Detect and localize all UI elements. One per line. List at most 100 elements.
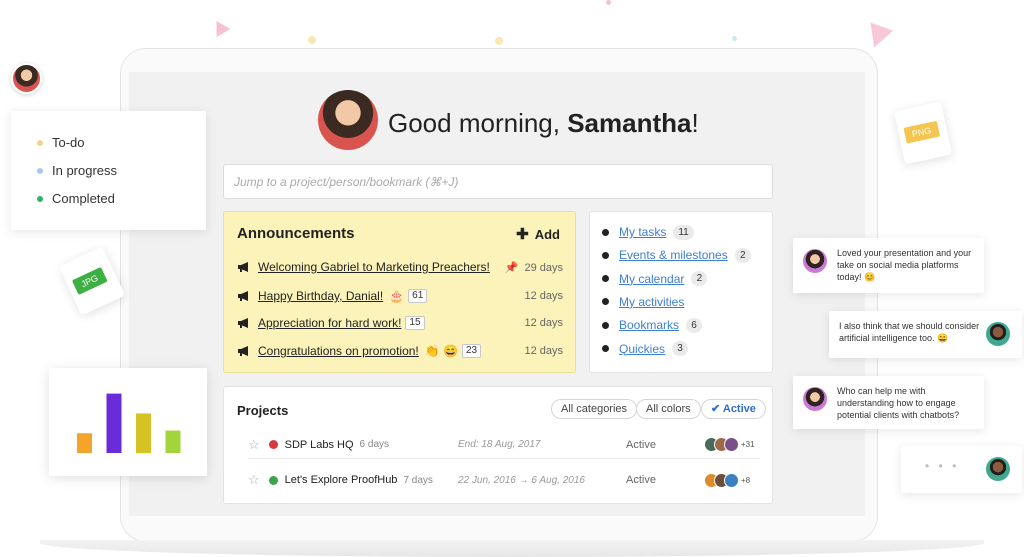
legend-item: In progress [37,163,117,178]
announcement-row: Congratulations on promotion! 👏 😄 23 12 day… [237,341,563,361]
user-avatar[interactable] [318,90,378,150]
count-badge: 6 [686,317,703,333]
jpg-file-icon: JPG [58,246,126,316]
member-avatar [724,472,739,488]
active-filter-label: Active [722,403,756,415]
quick-link[interactable]: Bookmarks [619,318,679,332]
announcement-row: Appreciation for hard work! 15 12 days [237,313,563,333]
laptop-base [40,540,984,557]
confetti-dot [732,36,737,41]
legend-item: Completed [37,191,115,206]
quick-link-item: Events & milestones 2 [602,246,751,264]
member-avatar [724,437,739,452]
more-members-count: +8 [741,475,751,485]
announcement-link[interactable]: Congratulations on promotion! [258,344,419,358]
megaphone-icon [237,290,252,302]
announcement-time: 📌 29 days [505,261,563,274]
announcement-time-text: 12 days [524,345,563,357]
megaphone-icon [237,261,252,273]
bar-chart-card [49,368,207,476]
legend-label: In progress [52,163,118,178]
chat-avatar [986,322,1010,346]
active-filter[interactable]: ✔ Active [701,399,766,419]
bullet-icon [602,251,609,259]
legend-label: To-do [52,135,85,150]
reaction-count: 61 [408,289,428,303]
greeting-prefix: Good morning, [388,108,568,138]
quick-link[interactable]: My activities [619,295,684,309]
greeting-user-name: Samantha [567,108,692,138]
confetti-triangle [209,16,231,38]
announcement-row: Welcoming Gabriel to Marketing Preachers… [237,257,563,277]
project-row[interactable]: ☆ SDP Labs HQ 6 days End: 18 Aug, 2017 Activ… [248,431,760,459]
announcement-row: Happy Birthday, Danial! 🎂 61 12 days [237,286,563,306]
greeting-suffix: ! [691,108,699,138]
megaphone-icon [237,345,252,357]
megaphone-icon [237,317,252,329]
quick-link-item: My calendar 2 [602,270,708,288]
quick-link-item: My activities [602,293,684,311]
announcement-link[interactable]: Welcoming Gabriel to Marketing Preachers… [258,260,490,274]
project-members[interactable]: +8 [704,472,751,488]
greeting-heading: Good morning, Samantha! [388,108,699,139]
all-categories-filter[interactable]: All categories [551,399,638,419]
chat-message: Who can help me with understanding how t… [793,376,984,429]
bullet-icon [602,275,609,283]
project-row[interactable]: ☆ Let's Explore ProofHub 7 days 22 Jun, 201… [248,466,760,494]
project-age: 6 days [359,439,390,450]
legend-item: To-do [37,135,85,150]
plus-icon: ✚ [516,226,529,243]
quick-link[interactable]: Events & milestones [619,248,728,262]
legend-dot [37,167,43,174]
confetti-dot [495,37,503,45]
announcement-link[interactable]: Happy Birthday, Danial! [258,289,383,303]
chat-message-text: Who can help me with understanding how t… [837,386,960,420]
project-name[interactable]: SDP Labs HQ [285,439,354,451]
bullet-icon [602,321,609,329]
bullet-icon [602,345,609,352]
reaction-count: 23 [461,344,482,358]
quick-link[interactable]: Quickies [619,342,665,356]
chat-avatar [803,249,827,273]
quick-links-panel: My tasks 11 Events & milestones 2 My calenda… [589,211,773,373]
legend-dot [37,195,43,202]
chat-message: • • • [901,446,1022,493]
announcement-time-text: 12 days [524,317,563,329]
count-badge: 11 [673,224,694,240]
chart-bar [77,433,92,453]
confetti-dot [606,0,611,5]
png-file-icon: PNG [893,101,953,165]
jpg-file-label: JPG [71,267,108,295]
chart-bar [106,393,122,453]
quick-link[interactable]: My calendar [619,272,684,286]
star-icon[interactable]: ☆ [248,437,260,453]
announcement-link[interactable]: Appreciation for hard work! [258,316,401,330]
add-announcement-button[interactable]: ✚ Add [516,225,560,243]
quick-link-item: My tasks 11 [602,223,694,241]
announcement-time-text: 29 days [524,261,563,274]
announcement-time: 12 days [524,290,563,302]
search-input[interactable] [223,164,773,199]
project-color-dot [268,475,278,485]
all-colors-filter[interactable]: All colors [636,399,701,419]
chart-bar [136,413,151,453]
reaction-count: 15 [405,316,425,330]
png-file-label: PNG [903,120,940,144]
star-icon[interactable]: ☆ [248,472,260,488]
projects-panel: Projects All categories All colors ✔ Act… [223,386,773,504]
count-badge: 2 [691,271,708,287]
quick-link-item: Quickies 3 [602,340,689,358]
project-dates: 22 Jun, 2016 → 6 Aug, 2016 [458,474,585,486]
pin-icon: 📌 [504,261,519,274]
quick-link[interactable]: My tasks [619,225,666,239]
reaction-emoji[interactable]: 👏 😄 [425,344,458,358]
reaction-emoji[interactable]: 🎂 [389,289,404,303]
bar-chart [77,393,181,453]
project-members[interactable]: +31 [704,437,755,452]
status-legend-card: To-do In progress Completed [11,111,206,230]
check-icon: ✔ [711,403,723,415]
announcement-time: 12 days [524,345,563,357]
more-members-count: +31 [741,440,755,449]
project-name[interactable]: Let's Explore ProofHub [285,474,398,486]
chat-message: Loved your presentation and your take on… [793,238,984,293]
